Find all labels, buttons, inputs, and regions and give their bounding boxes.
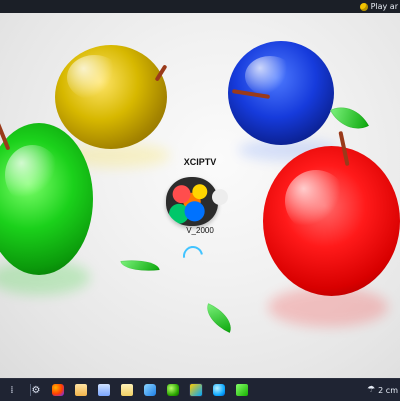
fallen-leaf-1: [120, 257, 160, 274]
firefox-icon-glyph: [52, 384, 64, 396]
top-bar: Play ar: [0, 0, 400, 13]
app-icon[interactable]: [235, 383, 249, 397]
browser-icon[interactable]: [212, 383, 226, 397]
browser-icon-glyph: [213, 384, 225, 396]
swift-icon-glyph: [144, 384, 156, 396]
documents-icon[interactable]: [97, 383, 111, 397]
notes-icon[interactable]: [120, 383, 134, 397]
xciptv-loading-overlay: XCIPTV V_2000: [159, 157, 241, 270]
gaming-icon-glyph: [190, 384, 202, 396]
gaming-icon[interactable]: [189, 383, 203, 397]
app-logo-icon: [166, 177, 218, 226]
notes-icon-glyph: [121, 384, 133, 396]
play-area-button[interactable]: Play ar: [359, 1, 398, 12]
app-title: XCIPTV: [183, 157, 217, 167]
android-icon-glyph: [167, 384, 179, 396]
yellow-apple-highlight: [67, 55, 122, 100]
gear-icon[interactable]: ⚙: [29, 383, 43, 397]
red-apple-leaf: [330, 97, 369, 139]
folder-icon-glyph: [75, 384, 87, 396]
android-icon[interactable]: [166, 383, 180, 397]
play-label: Play ar: [370, 2, 398, 11]
taskbar: ⁞ ⚙ ☂ 2 cm: [0, 378, 400, 401]
app-logo-bite: [212, 189, 228, 205]
swift-icon[interactable]: [143, 383, 157, 397]
umbrella-icon: ☂: [367, 385, 376, 395]
loading-spinner: [179, 242, 207, 270]
app-version: V_2000: [186, 226, 214, 235]
blue-apple-highlight: [245, 56, 295, 96]
menu-icon[interactable]: ⁞: [5, 383, 19, 397]
weather-text: 2 cm: [378, 385, 398, 395]
firefox-icon[interactable]: [51, 383, 65, 397]
documents-icon-glyph: [98, 384, 110, 396]
weather-widget[interactable]: ☂ 2 cm: [367, 383, 398, 397]
app-icon-glyph: [236, 384, 248, 396]
green-apple-highlight: [5, 145, 60, 205]
red-apple-highlight: [285, 170, 347, 232]
desktop-wallpaper: XCIPTV V_2000: [0, 13, 400, 378]
folder-icon[interactable]: [74, 383, 88, 397]
play-icon: [359, 2, 368, 11]
fallen-leaf-2: [200, 303, 238, 333]
